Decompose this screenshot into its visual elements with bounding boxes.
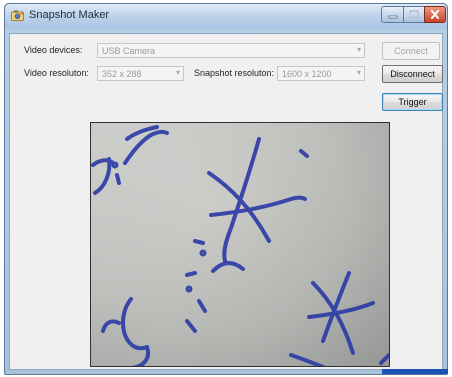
minimize-button[interactable] [381, 6, 404, 23]
maximize-icon [409, 10, 419, 19]
video-preview [90, 122, 390, 367]
video-devices-select[interactable]: USB Camera ▾ [97, 43, 365, 58]
minimize-icon [388, 15, 397, 18]
video-resolution-select[interactable]: 352 x 288 ▾ [97, 66, 184, 81]
video-resolution-value: 352 x 288 [102, 69, 142, 79]
title-bar[interactable]: Snapshot Maker [5, 4, 447, 29]
disconnect-button-label: Disconnect [390, 69, 435, 79]
maximize-button[interactable] [403, 6, 425, 23]
snapshot-maker-window: Snapshot Maker Video devices: USB Camera… [4, 3, 448, 375]
chevron-down-icon: ▾ [356, 45, 361, 54]
taskbar-edge [382, 369, 448, 374]
trigger-button[interactable]: Trigger [382, 93, 443, 111]
close-icon [431, 10, 439, 19]
camera-app-icon [11, 10, 24, 21]
client-area: Video devices: USB Camera ▾ Connect Vide… [9, 33, 443, 370]
snapshot-resolution-select[interactable]: 1600 x 1200 ▾ [277, 66, 365, 81]
connect-button-label: Connect [394, 46, 428, 56]
video-devices-value: USB Camera [102, 46, 156, 56]
connect-button[interactable]: Connect [382, 42, 440, 60]
snapshot-resolution-value: 1600 x 1200 [282, 69, 332, 79]
chevron-down-icon: ▾ [175, 68, 180, 77]
chevron-down-icon: ▾ [356, 68, 361, 77]
disconnect-button[interactable]: Disconnect [382, 65, 443, 83]
video-resolution-label: Video resoluton: [24, 68, 89, 78]
trigger-button-label: Trigger [398, 97, 427, 107]
close-button[interactable] [424, 6, 446, 23]
window-title: Snapshot Maker [29, 9, 110, 21]
camera-frame-image [91, 123, 389, 366]
video-devices-label: Video devices: [24, 45, 83, 55]
snapshot-resolution-label: Snapshot resoluton: [194, 68, 275, 78]
